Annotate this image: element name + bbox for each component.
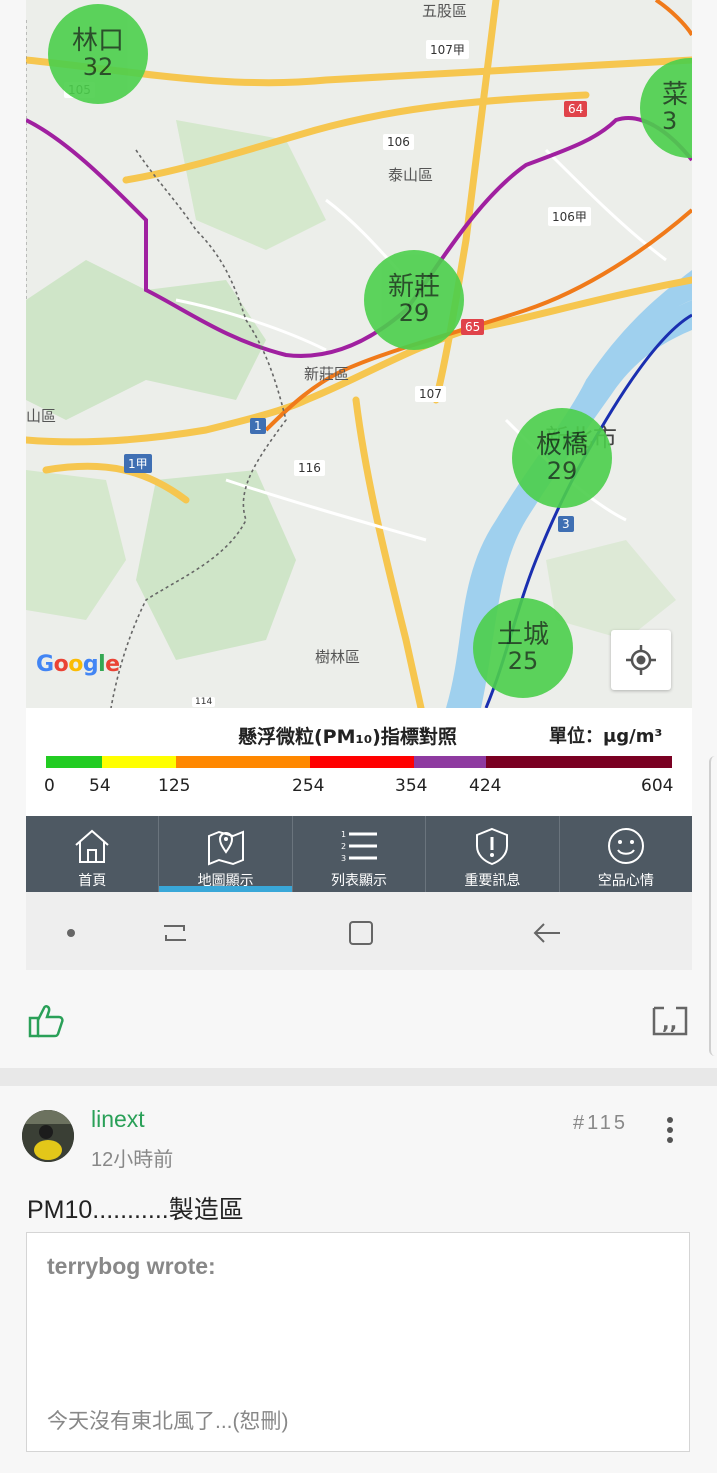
road-number: 1甲 [124, 454, 152, 473]
legend-color-scale [46, 756, 672, 768]
road-number: 106甲 [548, 207, 591, 226]
quote-reply-icon[interactable]: ,, [650, 1000, 690, 1040]
post-body: PM10...........製造區 [27, 1196, 244, 1224]
place-label-shan: 山區 [26, 407, 57, 425]
shield-alert-icon [476, 827, 509, 866]
tab-mood[interactable]: 空品心情 [560, 816, 692, 892]
scroll-indicator[interactable] [709, 756, 717, 1056]
road-number: 65 [461, 319, 485, 335]
station-marker-tucheng[interactable]: 土城 25 [473, 598, 573, 698]
smiley-icon [607, 828, 644, 864]
map-pin-icon [207, 830, 244, 866]
station-marker-linkou[interactable]: 林口 32 [48, 4, 148, 104]
scale-segment [414, 756, 486, 768]
tab-label: 空品心情 [597, 873, 654, 889]
svg-text:,,: ,, [662, 1010, 677, 1034]
tab-important[interactable]: 重要訊息 [426, 816, 560, 892]
station-value: 29 [398, 299, 430, 328]
quote-text: 今天沒有東北風了...(恕刪) [47, 1410, 289, 1433]
station-marker-banqiao[interactable]: 板橋 29 [512, 408, 612, 508]
svg-text:1: 1 [341, 830, 346, 839]
recent-apps-icon[interactable] [158, 916, 192, 950]
scale-segment [310, 756, 414, 768]
road-number: 106 [383, 134, 414, 150]
station-marker-xinzhuang[interactable]: 新莊 29 [364, 250, 464, 350]
station-value: 3 [662, 107, 678, 136]
station-name: 新莊 [387, 271, 440, 302]
legend-tick: 604 [641, 776, 674, 796]
road-number: 3 [558, 516, 574, 532]
road-number: 114 [192, 697, 216, 707]
list-icon: 1 2 3 [341, 830, 378, 863]
tab-label: 地圖顯示 [197, 873, 254, 889]
dot-icon[interactable] [54, 916, 88, 950]
station-name: 林口 [71, 25, 124, 56]
embedded-screenshot: 五股區 泰山區 新莊區 樹林區 山區 新北市 107甲 105 106 106甲… [26, 0, 692, 970]
google-attribution: Google [36, 652, 120, 677]
legend-tick: 424 [469, 776, 502, 796]
place-label-shulin: 樹林區 [315, 648, 361, 666]
back-icon[interactable] [530, 916, 564, 950]
tab-list[interactable]: 1 2 3 列表顯示 [293, 816, 427, 892]
station-name: 土城 [496, 619, 549, 650]
system-nav-bar [26, 892, 692, 970]
svg-text:3: 3 [341, 854, 346, 863]
road-number: 64 [564, 101, 588, 117]
tab-map[interactable]: 地圖顯示 [159, 816, 293, 892]
post-divider [0, 1068, 717, 1086]
station-name: 菜 [662, 79, 689, 110]
road-number: 116 [294, 460, 325, 476]
crosshair-icon [626, 645, 656, 675]
tab-label: 首頁 [78, 873, 107, 889]
home-icon [75, 829, 109, 863]
legend-tick: 125 [158, 776, 191, 796]
place-label-xinzhuang: 新莊區 [304, 365, 350, 383]
home-button-icon[interactable] [344, 916, 378, 950]
quote-author: terrybog wrote: [47, 1253, 216, 1279]
legend-unit: 單位：μg/m³ [549, 726, 663, 747]
avatar-image [22, 1110, 74, 1162]
road-number: 107甲 [426, 40, 469, 59]
legend-tick: 54 [89, 776, 111, 796]
bottom-tab-bar: 首頁 地圖顯示 1 2 3 列表顯示 重要訊息 空品心情 [26, 816, 692, 892]
legend-tick: 0 [44, 776, 55, 796]
tab-label: 列表顯示 [331, 873, 388, 889]
like-icon[interactable] [26, 1000, 66, 1040]
station-name: 板橋 [535, 429, 588, 460]
pm10-legend: 懸浮微粒(PM₁₀)指標對照 單位：μg/m³ 0 54 125 254 354… [26, 708, 692, 816]
scale-segment [46, 756, 102, 768]
svg-text:2: 2 [341, 842, 346, 851]
road-number: 107 [415, 386, 446, 402]
road-number: 1 [250, 418, 266, 434]
scale-segment [102, 756, 176, 768]
scale-segment [176, 756, 310, 768]
station-value: 29 [546, 457, 578, 486]
post-number[interactable]: #115 [573, 1112, 628, 1135]
legend-title: 懸浮微粒(PM₁₀)指標對照 [238, 726, 457, 748]
place-label-taishan: 泰山區 [388, 166, 434, 184]
tab-home[interactable]: 首頁 [26, 816, 160, 892]
map-canvas [26, 0, 692, 712]
my-location-button[interactable] [611, 630, 671, 690]
station-value: 32 [82, 53, 114, 82]
legend-tick: 354 [395, 776, 428, 796]
tab-label: 重要訊息 [464, 873, 521, 889]
place-label-wugu: 五股區 [422, 2, 468, 20]
post-time: 12小時前 [91, 1149, 174, 1171]
avatar[interactable] [22, 1110, 74, 1162]
post-username[interactable]: linext [91, 1106, 145, 1133]
quote-block: terrybog wrote: 今天沒有東北風了...(恕刪) [26, 1232, 690, 1452]
map-view[interactable]: 五股區 泰山區 新莊區 樹林區 山區 新北市 107甲 105 106 106甲… [26, 0, 692, 712]
station-value: 25 [507, 647, 539, 676]
scale-segment [486, 756, 672, 768]
more-options-icon[interactable] [660, 1116, 680, 1144]
legend-tick: 254 [292, 776, 325, 796]
